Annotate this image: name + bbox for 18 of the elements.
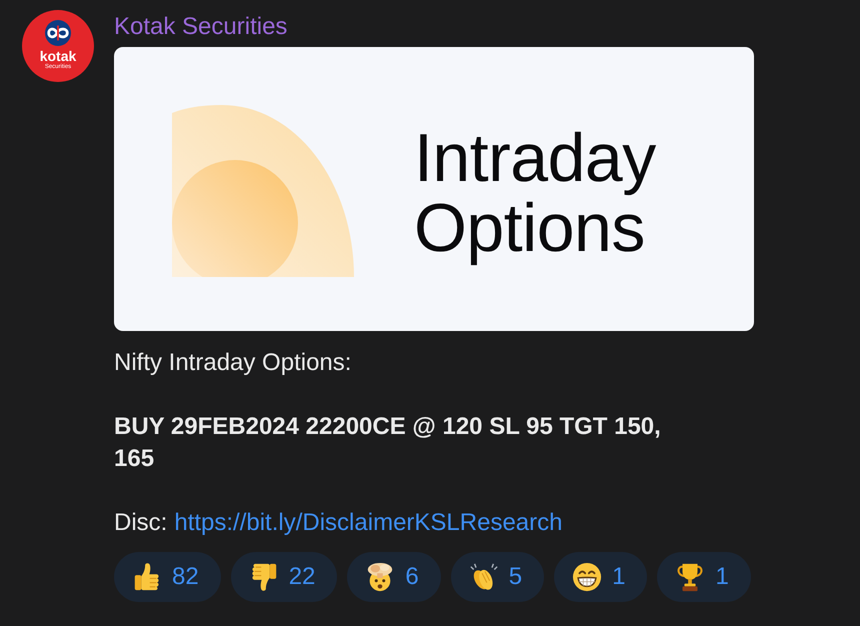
message-text: Nifty Intraday Options: [114, 348, 352, 378]
disclaimer-link[interactable]: https://bit.ly/DisclaimerKSLResearch [174, 507, 562, 539]
reaction-button[interactable]: 82 [114, 552, 221, 602]
infinity-icon [45, 20, 71, 46]
sender-name[interactable]: Kotak Securities [114, 12, 288, 42]
banner-title: Intraday Options [414, 123, 657, 263]
reaction-button[interactable]: 5 [450, 552, 544, 602]
reaction-button[interactable]: 1 [554, 552, 648, 602]
message-text: BUY 29FEB2024 22200CE @ 120 SL 95 TGT 150, 165 [114, 412, 662, 474]
trophy-icon [675, 562, 706, 592]
reaction-button[interactable]: 6 [347, 552, 441, 602]
grinning-face-icon [572, 562, 602, 592]
image-card[interactable]: Intraday Options [114, 47, 754, 331]
disclaimer-label: Disc: [114, 508, 168, 538]
reaction-button[interactable]: 1 [657, 552, 751, 602]
reaction-button[interactable]: 22 [230, 552, 338, 602]
clapping-hands-icon [468, 562, 499, 592]
logo-wordmark: kotak [40, 49, 76, 64]
